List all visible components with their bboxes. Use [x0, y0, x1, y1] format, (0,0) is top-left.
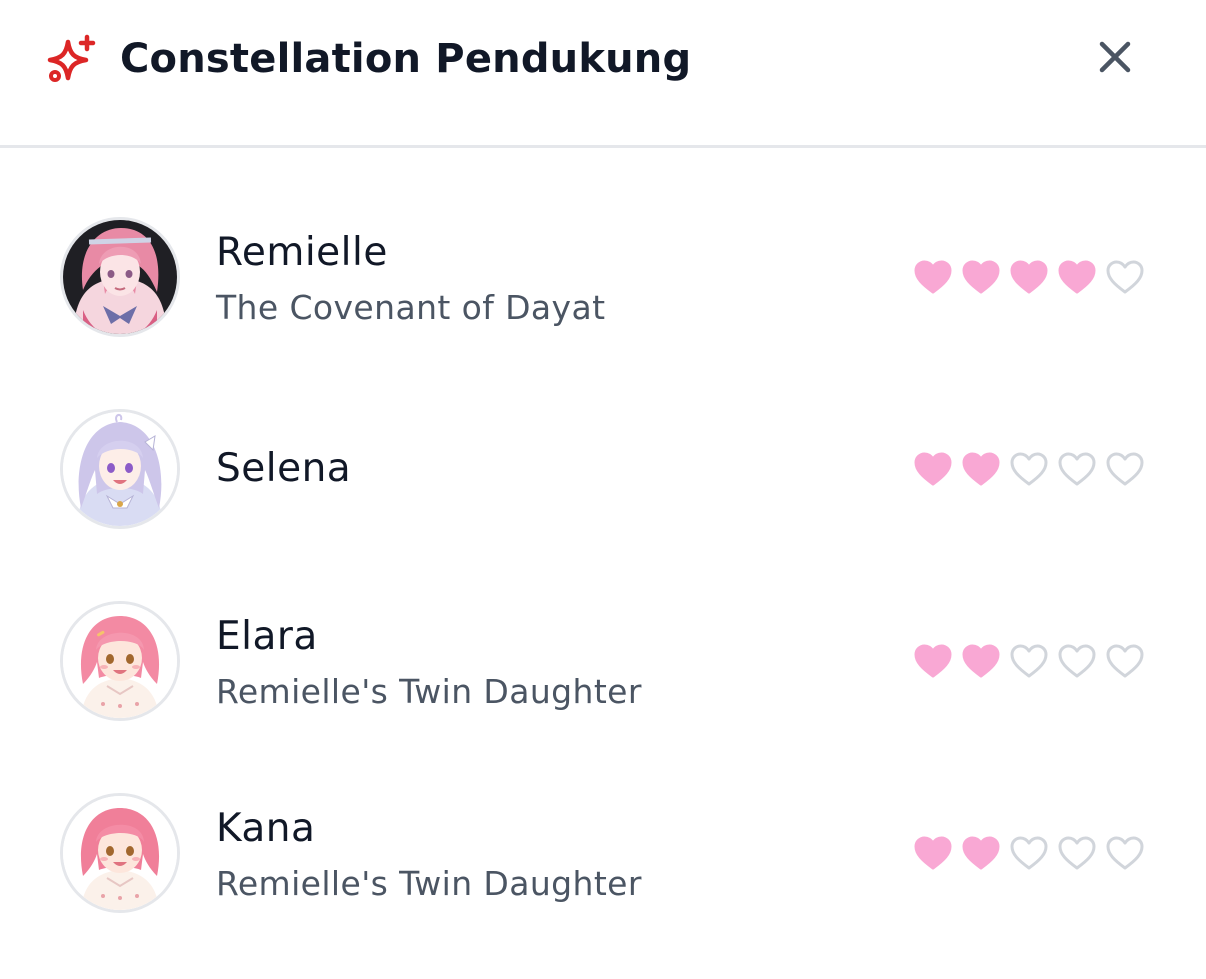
heart-filled-icon [914, 836, 952, 870]
avatar-kana [60, 793, 180, 913]
heart-filled-icon [1058, 260, 1096, 294]
heart-empty-icon [1106, 452, 1144, 486]
heart-filled-icon [962, 644, 1000, 678]
avatar-remielle [60, 217, 180, 337]
heart-filled-icon [914, 260, 952, 294]
supporter-row-elara[interactable]: Elara Remielle's Twin Daughter [0, 532, 1206, 724]
heart-empty-icon [1106, 836, 1144, 870]
heart-filled-icon [962, 836, 1000, 870]
heart-empty-icon [1106, 260, 1144, 294]
avatar-selena [60, 409, 180, 529]
heart-filled-icon [962, 260, 1000, 294]
affection-hearts [912, 833, 1146, 873]
supporter-name: Kana [216, 806, 316, 851]
close-icon[interactable] [1090, 36, 1140, 82]
heart-filled-icon [1010, 260, 1048, 294]
supporter-name: Remielle [216, 230, 388, 275]
supporter-row-kana[interactable]: Kana Remielle's Twin Daughter [0, 724, 1206, 916]
heart-empty-icon [1058, 836, 1096, 870]
affection-hearts [912, 449, 1146, 489]
supporter-name: Selena [216, 446, 352, 491]
affection-hearts [912, 257, 1146, 297]
heart-filled-icon [914, 452, 952, 486]
dialog-header: Constellation Pendukung [0, 0, 1206, 148]
heart-empty-icon [1010, 644, 1048, 678]
sparkles-icon [47, 34, 96, 82]
heart-empty-icon [1010, 836, 1048, 870]
supporter-subtitle: The Covenant of Dayat [216, 288, 606, 327]
heart-empty-icon [1058, 644, 1096, 678]
heart-empty-icon [1010, 452, 1048, 486]
supporter-subtitle: Remielle's Twin Daughter [216, 672, 642, 711]
supporter-subtitle: Remielle's Twin Daughter [216, 864, 642, 903]
dialog-title: Constellation Pendukung [120, 36, 692, 82]
heart-empty-icon [1058, 452, 1096, 486]
supporter-name: Elara [216, 614, 318, 659]
supporters-dialog: Constellation Pendukung Remielle The Cov… [0, 0, 1206, 979]
avatar-elara [60, 601, 180, 721]
affection-hearts [912, 641, 1146, 681]
heart-filled-icon [962, 452, 1000, 486]
heart-empty-icon [1106, 644, 1144, 678]
heart-filled-icon [914, 644, 952, 678]
supporter-row-selena[interactable]: Selena [0, 340, 1206, 532]
supporter-row-remielle[interactable]: Remielle The Covenant of Dayat [0, 148, 1206, 340]
